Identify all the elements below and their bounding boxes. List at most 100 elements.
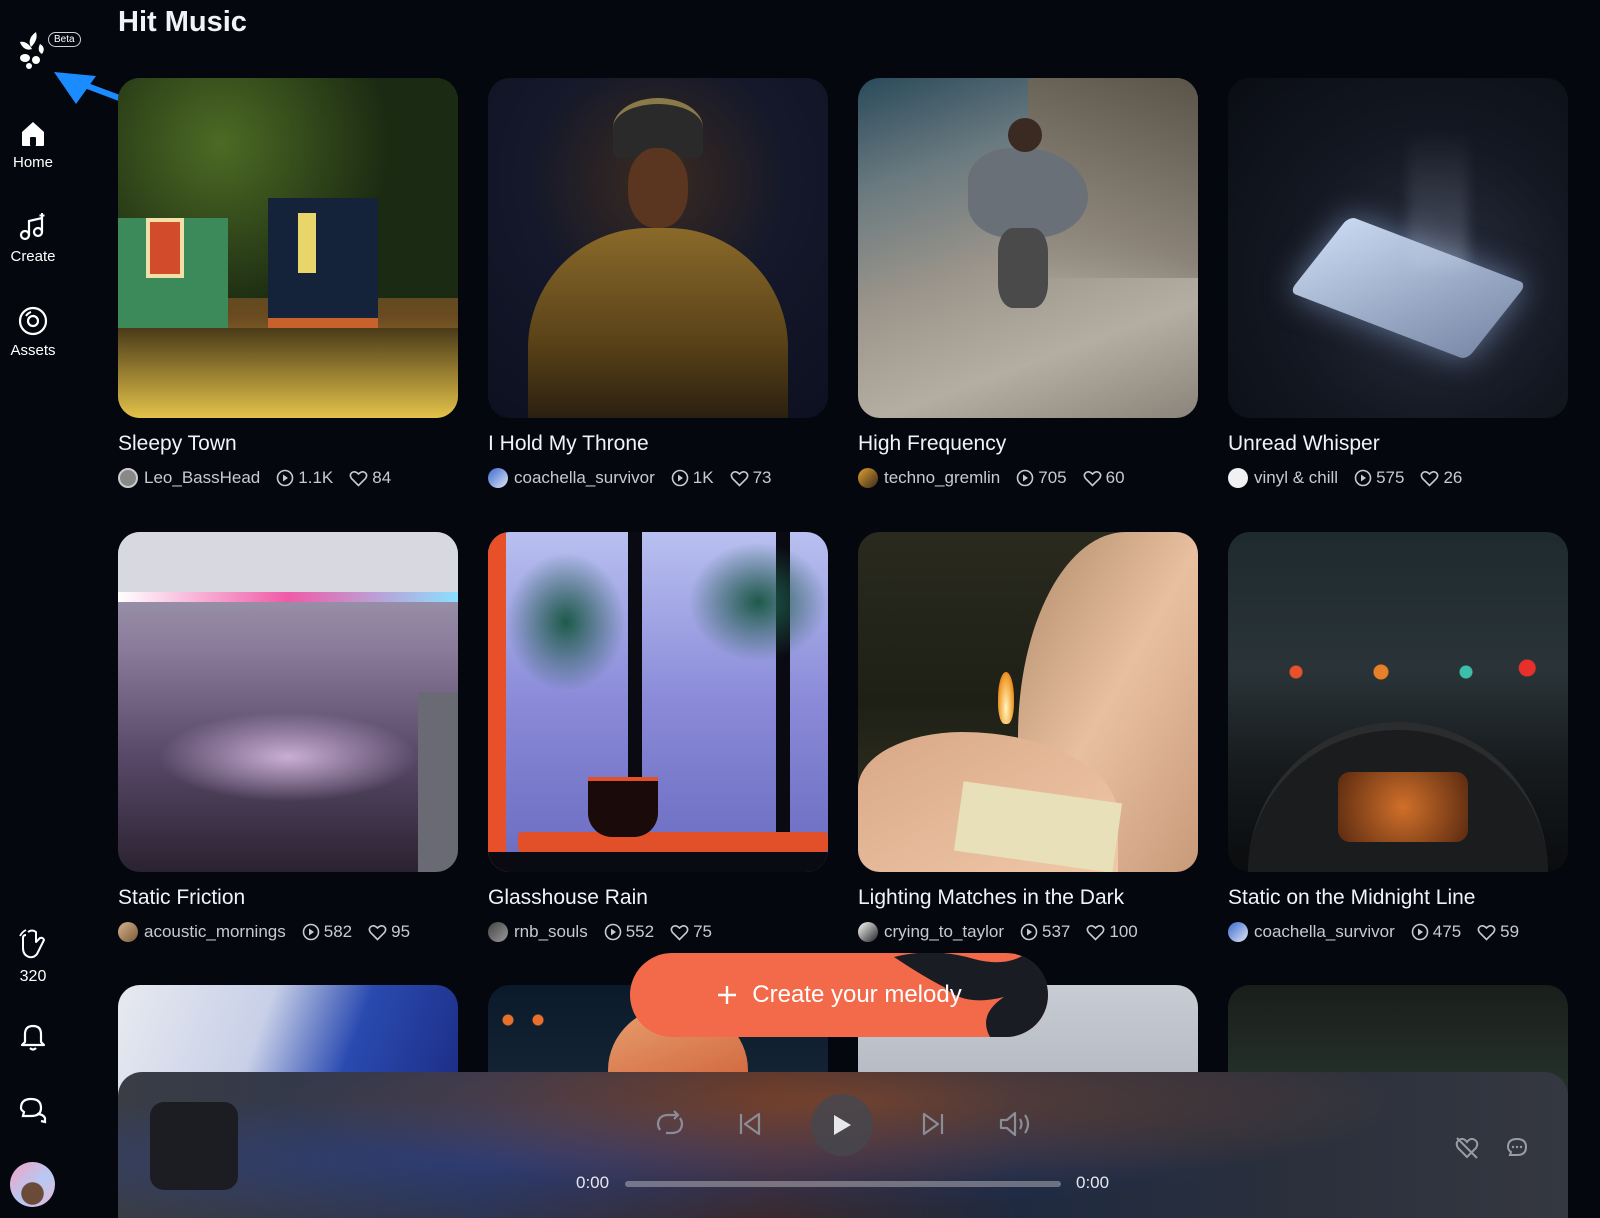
progress-bar[interactable] [625, 1181, 1061, 1187]
song-card-static-midnight-line[interactable]: Static on the Midnight Line coachella_su… [1228, 532, 1568, 942]
author-avatar[interactable] [858, 922, 878, 942]
repeat-button[interactable] [650, 1104, 690, 1144]
credits-hand-icon [19, 929, 45, 959]
song-cover[interactable] [858, 532, 1198, 872]
heart-icon[interactable] [1086, 924, 1105, 941]
song-title[interactable]: I Hold My Throne [488, 432, 649, 456]
current-time: 0:00 [576, 1173, 610, 1192]
song-cover[interactable] [118, 532, 458, 872]
sidebar-item-assets[interactable]: Assets [0, 306, 66, 359]
song-cover[interactable] [118, 78, 458, 418]
author-avatar[interactable] [118, 468, 138, 488]
avatar[interactable] [10, 1162, 55, 1207]
like-count: 75 [693, 922, 713, 941]
play-count: 582 [323, 922, 353, 941]
volume-button[interactable] [996, 1104, 1036, 1144]
song-title[interactable]: Static Friction [118, 886, 245, 910]
create-melody-label: Create your melody [752, 981, 962, 1008]
sidebar-item-label: Assets [10, 342, 56, 359]
song-cover[interactable] [1228, 78, 1568, 418]
bell-icon[interactable] [17, 1020, 49, 1052]
author-avatar[interactable] [1228, 922, 1248, 942]
song-card-lighting-matches[interactable]: Lighting Matches in the Dark crying_to_t… [858, 532, 1198, 942]
song-meta: coachella_survivor 475 59 [1228, 922, 1519, 942]
sidebar-item-home[interactable]: Home [0, 118, 66, 171]
song-meta: vinyl & chill 575 26 [1228, 468, 1462, 488]
heart-icon[interactable] [1477, 924, 1496, 941]
heart-icon[interactable] [670, 924, 689, 941]
music-note-plus-icon [19, 213, 45, 241]
heart-icon[interactable] [730, 470, 749, 487]
now-playing-thumbnail[interactable] [150, 1102, 238, 1190]
play-count-icon [1020, 923, 1038, 941]
song-title[interactable]: High Frequency [858, 432, 1006, 456]
song-meta: acoustic_mornings 582 95 [118, 922, 410, 942]
heart-icon[interactable] [349, 470, 368, 487]
song-card-i-hold-my-throne[interactable]: I Hold My Throne coachella_survivor 1K 7… [488, 78, 828, 488]
song-author[interactable]: techno_gremlin [884, 468, 1000, 488]
disc-icon [18, 306, 48, 336]
song-cover[interactable] [858, 78, 1198, 418]
sidebar: Beta Home Create Assets 320 [0, 0, 181, 1218]
song-card-sleepy-town[interactable]: Sleepy Town Leo_BassHead 1.1K 84 [118, 78, 458, 488]
like-count: 59 [1500, 922, 1520, 941]
song-title[interactable]: Unread Whisper [1228, 432, 1380, 456]
play-count: 475 [1432, 922, 1462, 941]
credits-counter[interactable]: 320 [0, 928, 66, 986]
song-meta: Leo_BassHead 1.1K 84 [118, 468, 391, 488]
heart-icon[interactable] [1083, 470, 1102, 487]
play-count-icon [302, 923, 320, 941]
like-disabled-icon[interactable] [1454, 1135, 1480, 1161]
heart-icon[interactable] [1420, 470, 1439, 487]
song-title[interactable]: Glasshouse Rain [488, 886, 648, 910]
song-title[interactable]: Lighting Matches in the Dark [858, 886, 1124, 910]
play-button[interactable] [811, 1094, 873, 1156]
skip-forward-icon [922, 1112, 944, 1136]
song-author[interactable]: Leo_BassHead [144, 468, 260, 488]
song-cover[interactable] [488, 532, 828, 872]
like-count: 26 [1443, 468, 1463, 487]
song-title[interactable]: Static on the Midnight Line [1228, 886, 1476, 910]
comment-icon[interactable] [1504, 1135, 1530, 1161]
song-author[interactable]: coachella_survivor [514, 468, 655, 488]
like-count: 84 [372, 468, 392, 487]
author-avatar[interactable] [1228, 468, 1248, 488]
like-count: 73 [752, 468, 772, 487]
play-count-icon [276, 469, 294, 487]
heart-icon[interactable] [368, 924, 387, 941]
like-count: 100 [1109, 922, 1138, 941]
song-meta: rnb_souls 552 75 [488, 922, 712, 942]
song-card-glasshouse-rain[interactable]: Glasshouse Rain rnb_souls 552 75 [488, 532, 828, 942]
song-title[interactable]: Sleepy Town [118, 432, 237, 456]
song-author[interactable]: acoustic_mornings [144, 922, 286, 942]
like-count: 95 [391, 922, 411, 941]
song-author[interactable]: coachella_survivor [1254, 922, 1395, 942]
create-melody-button[interactable]: Create your melody [630, 953, 1048, 1037]
home-icon [22, 122, 44, 146]
logo-icon[interactable] [16, 30, 50, 70]
sidebar-item-create[interactable]: Create [0, 212, 66, 265]
song-card-high-frequency[interactable]: High Frequency techno_gremlin 705 60 [858, 78, 1198, 488]
next-track-button[interactable] [913, 1104, 953, 1144]
song-card-unread-whisper[interactable]: Unread Whisper vinyl & chill 575 26 [1228, 78, 1568, 488]
author-avatar[interactable] [858, 468, 878, 488]
song-meta: crying_to_taylor 537 100 [858, 922, 1138, 942]
song-author[interactable]: crying_to_taylor [884, 922, 1004, 942]
song-cover[interactable] [1228, 532, 1568, 872]
play-count: 1.1K [298, 468, 334, 487]
author-avatar[interactable] [118, 922, 138, 942]
play-icon [834, 1115, 851, 1135]
chat-icon[interactable] [17, 1094, 49, 1126]
sidebar-item-label: Home [12, 154, 53, 171]
song-author[interactable]: rnb_souls [514, 922, 588, 942]
previous-track-button[interactable] [730, 1104, 770, 1144]
author-avatar[interactable] [488, 468, 508, 488]
song-cover[interactable] [488, 78, 828, 418]
play-count: 552 [625, 922, 655, 941]
author-avatar[interactable] [488, 922, 508, 942]
credits-value: 320 [19, 968, 47, 985]
play-count: 537 [1042, 922, 1071, 941]
song-card-static-friction[interactable]: Static Friction acoustic_mornings 582 95 [118, 532, 458, 942]
song-meta: techno_gremlin 705 60 [858, 468, 1125, 488]
song-author[interactable]: vinyl & chill [1254, 468, 1338, 488]
